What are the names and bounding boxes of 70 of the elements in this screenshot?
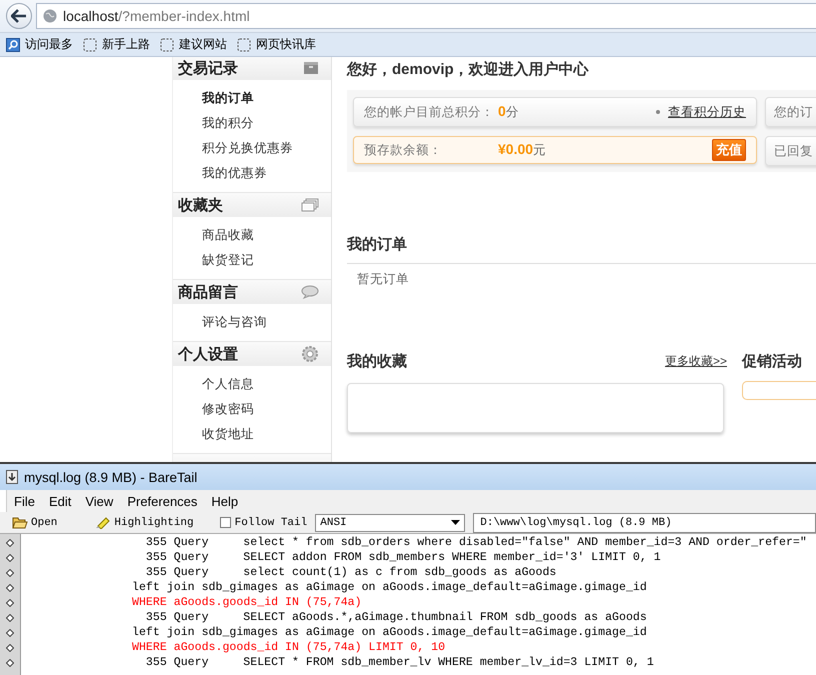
bookmark-link[interactable]: 建议网站 [179,36,227,53]
folders-icon [301,198,319,212]
log-line: 355 Query SELECT * FROM sdb_member_lv WHERE member_lv_id=3 LIMIT 0, 1 [144,655,655,670]
log-line: 355 Query select count(1) as c from sdb_goods as aGoods [144,565,558,580]
menu-item[interactable]: Help [204,494,246,508]
bookmark-link[interactable]: 新手上路 [102,36,150,53]
settings-icon [301,345,319,363]
points-label: 您的帐户目前总积分： [364,104,495,120]
orders-box: 您的订 [765,97,816,127]
window-title: mysql.log (8.9 MB) - BareTail [24,470,198,484]
file-path-field: D:\www\log\mysql.log (8.9 MB) [473,512,816,532]
more-favorites-link[interactable]: 更多收藏>> [664,352,727,370]
sidebar-link[interactable]: 修改密码 [173,397,331,422]
points-history-link[interactable]: 查看积分历史 [668,104,746,120]
section-heading: 我的收藏 [347,352,407,370]
search-icon [6,38,20,52]
folder-icon [12,516,28,529]
dashed-square-icon [83,38,97,52]
sidebar-link[interactable]: 我的优惠券 [173,161,331,186]
dashed-square-icon [237,38,251,52]
points-value: 0分 [498,103,519,121]
arrow-icon [11,9,27,23]
encoding-dropdown[interactable]: ANSI [315,514,466,532]
menu-item[interactable]: File [7,494,42,508]
sidebar-link[interactable]: 我的订单 [173,86,331,111]
address-bar[interactable]: localhost/?member-index.html [36,3,816,29]
log-line: 355 Query SELECT aGoods.*,aGimage.thumbnail FROM sdb_goods as aGoods [144,610,648,625]
replies-box: 已回复 [765,136,816,166]
sidebar-link[interactable]: 评论与咨询 [173,310,331,335]
follow-tail-checkbox[interactable] [220,517,231,528]
dashed-square-icon [160,38,174,52]
sidebar-link[interactable]: 积分兑换优惠券 [173,136,331,161]
box-icon [303,61,319,75]
bookmark-link[interactable]: 网页快讯库 [256,36,316,53]
empty-message: 暂无订单 [357,271,410,288]
document-icon [6,470,18,484]
section-title: 收藏夹 [178,196,223,214]
menu-item[interactable]: View [78,494,120,508]
back-button[interactable] [6,3,32,29]
highlighting-button[interactable]: Highlighting [91,516,198,529]
log-line: 355 Query select * from sdb_orders where disabled="false" AND member_id=3 AND order_refer=" [144,535,808,550]
sidebar-link[interactable]: 我的积分 [173,111,331,136]
menu-item[interactable]: Preferences [120,494,204,508]
sidebar-link[interactable]: 商品收藏 [173,223,331,248]
section-heading: 促销活动 [742,352,802,370]
section-title: 交易记录 [178,58,238,78]
log-line: 355 Query SELECT addon FROM sdb_members WHERE member_id='3' LIMIT 0, 1 [144,550,662,565]
bullet-icon [656,110,660,114]
caret-icon [451,520,460,525]
section-title: 个人设置 [178,344,238,364]
log-line: left join sdb_gimages as aGimage on aGoods.image_default=aGimage.gimage_id [131,580,648,595]
greeting-heading: 您好，demovip，欢迎进入用户中心 [347,60,590,80]
menu-item[interactable]: Edit [42,494,78,508]
section-title: 商品留言 [178,282,238,302]
bookmark-link[interactable]: 访问最多 [25,36,73,53]
section-heading: 我的订单 [347,234,407,254]
open-button[interactable]: Open [8,516,62,529]
sidebar-link[interactable]: 缺货登记 [173,248,331,273]
log-line: left join sdb_gimages as aGimage on aGoods.image_default=aGimage.gimage_id [131,625,648,640]
log-line: WHERE aGoods.goods_id IN (75,74a) [131,595,363,610]
balance-label: 预存款余额： [364,142,443,158]
globe-icon [43,9,57,23]
sidebar-link[interactable]: 收货地址 [173,422,331,447]
log-line: WHERE aGoods.goods_id IN (75,74a) LIMIT 0, 10 [131,640,446,655]
checkbox-label: Follow Tail [234,516,308,528]
speech-bubble-icon [301,285,319,299]
address-text: localhost/?member-index.html [63,8,250,24]
sidebar-link[interactable]: 个人信息 [173,372,331,397]
highlighter-icon [95,516,112,529]
balance-value: ¥0.00元 [498,141,546,159]
